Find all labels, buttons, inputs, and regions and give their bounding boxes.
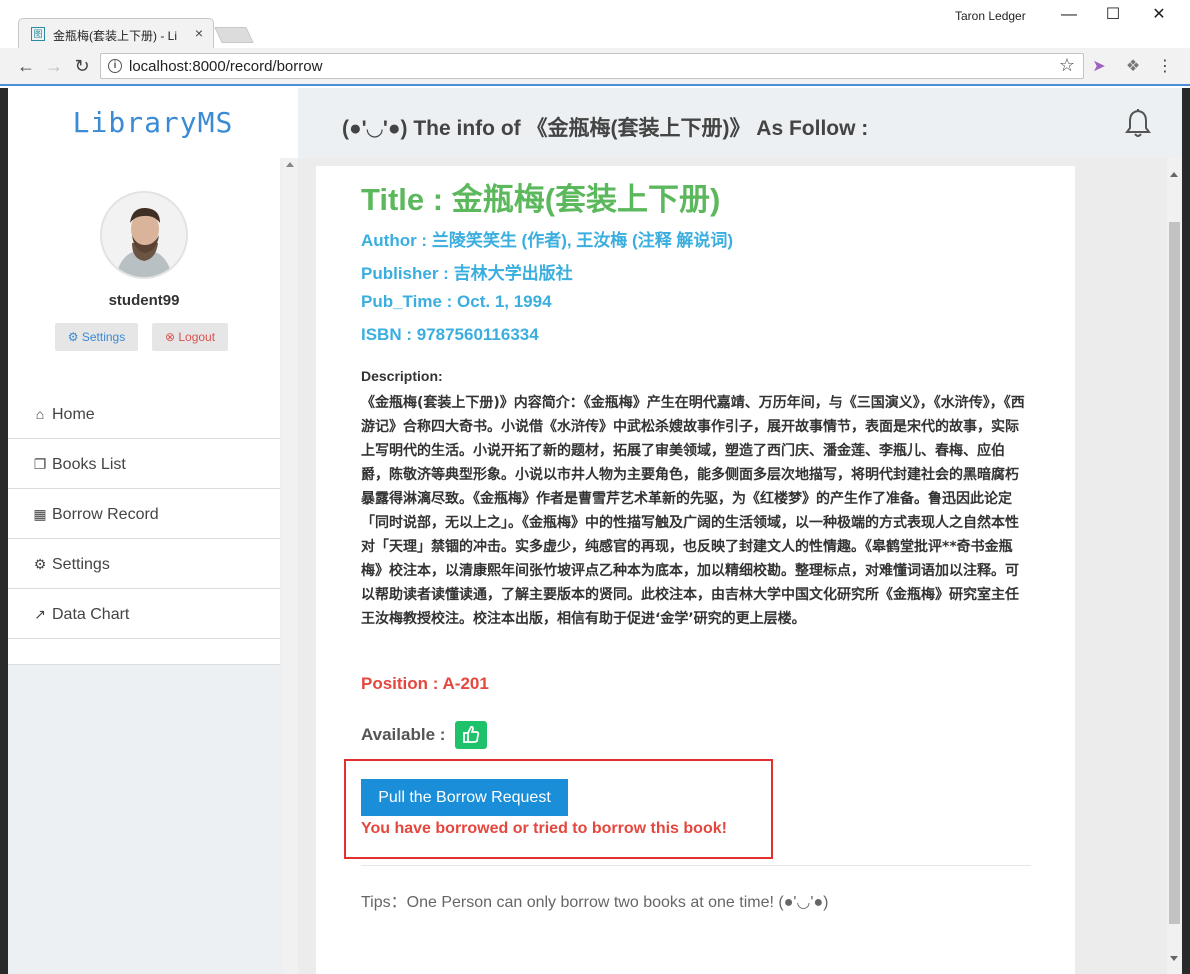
browser-tab[interactable]: 图 金瓶梅(套装上下册) - Li × [18, 18, 214, 48]
bell-icon[interactable] [1124, 108, 1152, 138]
browser-toolbar: ← → ↻ i localhost:8000/record/borrow ☆ ➤… [0, 48, 1190, 86]
browser-titlebar: 图 金瓶梅(套装上下册) - Li × Taron Ledger — ☐ ✕ [0, 0, 1190, 48]
sidebar-item-data-chart[interactable]: ↗ Data Chart [8, 589, 280, 639]
main-scrollbar[interactable] [1167, 158, 1182, 974]
username: student99 [108, 292, 180, 309]
borrow-tips: Tips：One Person can only borrow two book… [361, 894, 829, 911]
address-url[interactable]: localhost:8000/record/borrow [129, 58, 322, 75]
book-position: Position : A-201 [361, 674, 489, 693]
sidebar-item-label: Home [52, 406, 95, 423]
brand-logo[interactable]: LibraryMS [8, 106, 298, 139]
books-icon: ❐ [33, 456, 47, 472]
window-edge-right [1182, 88, 1190, 974]
borrow-request-button[interactable]: Pull the Borrow Request [361, 779, 568, 816]
sidebar-menu: ⌂ Home ❐ Books List ▦ Borrow Record ⚙ Settin… [8, 389, 280, 639]
sidebar-item-borrow-record[interactable]: ▦ Borrow Record [8, 489, 280, 539]
avatar [100, 191, 188, 279]
table-icon: ▦ [33, 506, 47, 522]
new-tab-button[interactable] [214, 27, 254, 43]
minimize-button[interactable]: — [1046, 4, 1092, 28]
book-title: Title : 金瓶梅(套装上下册) [361, 182, 721, 217]
divider [361, 865, 1031, 866]
tab-title: 金瓶梅(套装上下册) - Li [53, 29, 177, 43]
scroll-up-arrow-icon[interactable] [1170, 172, 1178, 177]
book-isbn: ISBN : 9787560116334 [361, 325, 539, 344]
forward-icon[interactable]: → [44, 56, 64, 77]
window-edge-left [0, 88, 8, 974]
home-icon: ⌂ [35, 406, 45, 422]
maximize-button[interactable]: ☐ [1090, 4, 1136, 28]
book-description: 《金瓶梅(套装上下册)》内容简介：《金瓶梅》产生在明代嘉靖、万历年间，与《三国演… [361, 395, 1025, 627]
info-icon[interactable]: i [108, 59, 122, 73]
scroll-up-arrow-icon[interactable] [286, 162, 294, 167]
chart-icon: ↗ [34, 606, 46, 622]
page-header: (●'◡'●) The info of 《金瓶梅(套装上下册)》 As Foll… [298, 88, 1182, 158]
back-icon[interactable]: ← [16, 56, 36, 77]
book-pub-time: Pub_Time : Oct. 1, 1994 [361, 292, 552, 311]
page-content: LibraryMS student99 ⚙ Settings ⊗ Logout … [8, 88, 1182, 974]
sidebar: LibraryMS student99 ⚙ Settings ⊗ Logout … [8, 88, 298, 974]
sidebar-scrollbar[interactable] [283, 158, 298, 974]
sidebar-item-label: Books List [52, 456, 126, 473]
close-window-button[interactable]: ✕ [1136, 4, 1182, 28]
favicon-icon: 图 [31, 27, 45, 41]
address-bar[interactable]: i localhost:8000/record/borrow ☆ [100, 53, 1084, 79]
book-author: Author : 兰陵笑笑生 (作者), 王汝梅 (注释 解说词) [361, 231, 734, 250]
tab-close-icon[interactable]: × [195, 25, 203, 41]
sidebar-item-books-list[interactable]: ❐ Books List [8, 439, 280, 489]
sidebar-item-label: Settings [52, 556, 110, 573]
sidebar-item-settings[interactable]: ⚙ Settings [8, 539, 280, 589]
sidebar-item-label: Borrow Record [52, 506, 159, 523]
bookmark-star-icon[interactable]: ☆ [1059, 55, 1075, 76]
thumbs-up-icon [455, 721, 487, 749]
gear-icon: ⚙ [33, 556, 47, 572]
available-label: Available : [361, 725, 446, 744]
profile-settings-button[interactable]: ⚙ Settings [55, 323, 138, 351]
borrow-status-message: You have borrowed or tried to borrow thi… [361, 820, 727, 837]
window-user-name: Taron Ledger [955, 9, 1026, 23]
sidebar-item-home[interactable]: ⌂ Home [8, 389, 280, 439]
extension-dropbox-icon[interactable]: ❖ [1124, 56, 1142, 76]
avatar-portrait-icon [102, 193, 186, 277]
browser-menu-icon[interactable]: ⋮ [1156, 56, 1174, 76]
scrollbar-thumb[interactable] [1169, 222, 1180, 924]
scroll-down-arrow-icon[interactable] [1170, 956, 1178, 961]
sidebar-item-label: Data Chart [52, 606, 130, 623]
book-publisher: Publisher : 吉林大学出版社 [361, 264, 573, 283]
logout-button[interactable]: ⊗ Logout [152, 323, 228, 351]
page-title: (●'◡'●) The info of 《金瓶梅(套装上下册)》 As Foll… [342, 117, 869, 140]
reload-icon[interactable]: ↻ [72, 56, 92, 77]
extension-cursor-icon[interactable]: ➤ [1090, 56, 1108, 76]
book-detail-card: Title : 金瓶梅(套装上下册) Author : 兰陵笑笑生 (作者), … [316, 166, 1075, 974]
description-label: Description: [361, 368, 443, 384]
